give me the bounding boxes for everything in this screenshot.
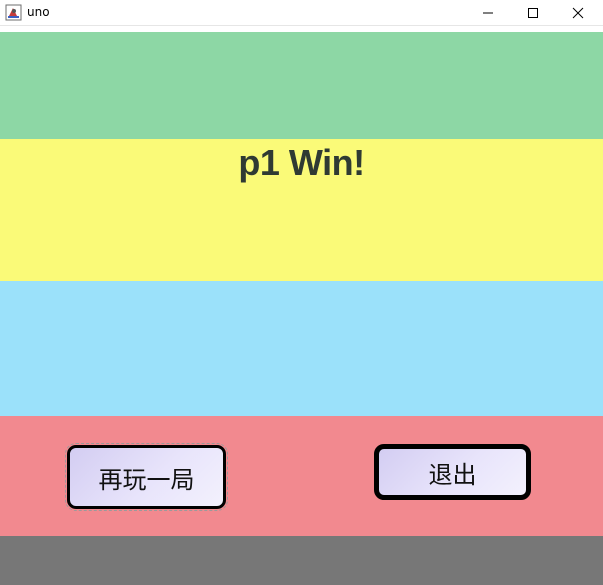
quit-button[interactable]: 退出	[374, 444, 531, 500]
maximize-icon	[528, 7, 538, 18]
green-band	[0, 32, 603, 139]
window-title: uno	[27, 5, 50, 19]
blue-band	[0, 281, 603, 416]
win-message: p1 Win!	[238, 142, 365, 183]
title-bar[interactable]: uno	[0, 0, 603, 26]
close-button[interactable]	[555, 0, 601, 25]
gray-band	[0, 536, 603, 585]
minimize-button[interactable]	[465, 0, 511, 25]
play-again-label: 再玩一局	[98, 465, 195, 494]
play-again-button[interactable]: 再玩一局	[65, 443, 228, 511]
close-icon	[572, 7, 584, 18]
maximize-button[interactable]	[510, 0, 556, 25]
java-app-icon	[5, 4, 22, 21]
quit-label: 退出	[428, 460, 477, 489]
game-window: uno p1 Win! 再玩一局 退出	[0, 0, 603, 585]
minimize-icon	[483, 12, 493, 13]
